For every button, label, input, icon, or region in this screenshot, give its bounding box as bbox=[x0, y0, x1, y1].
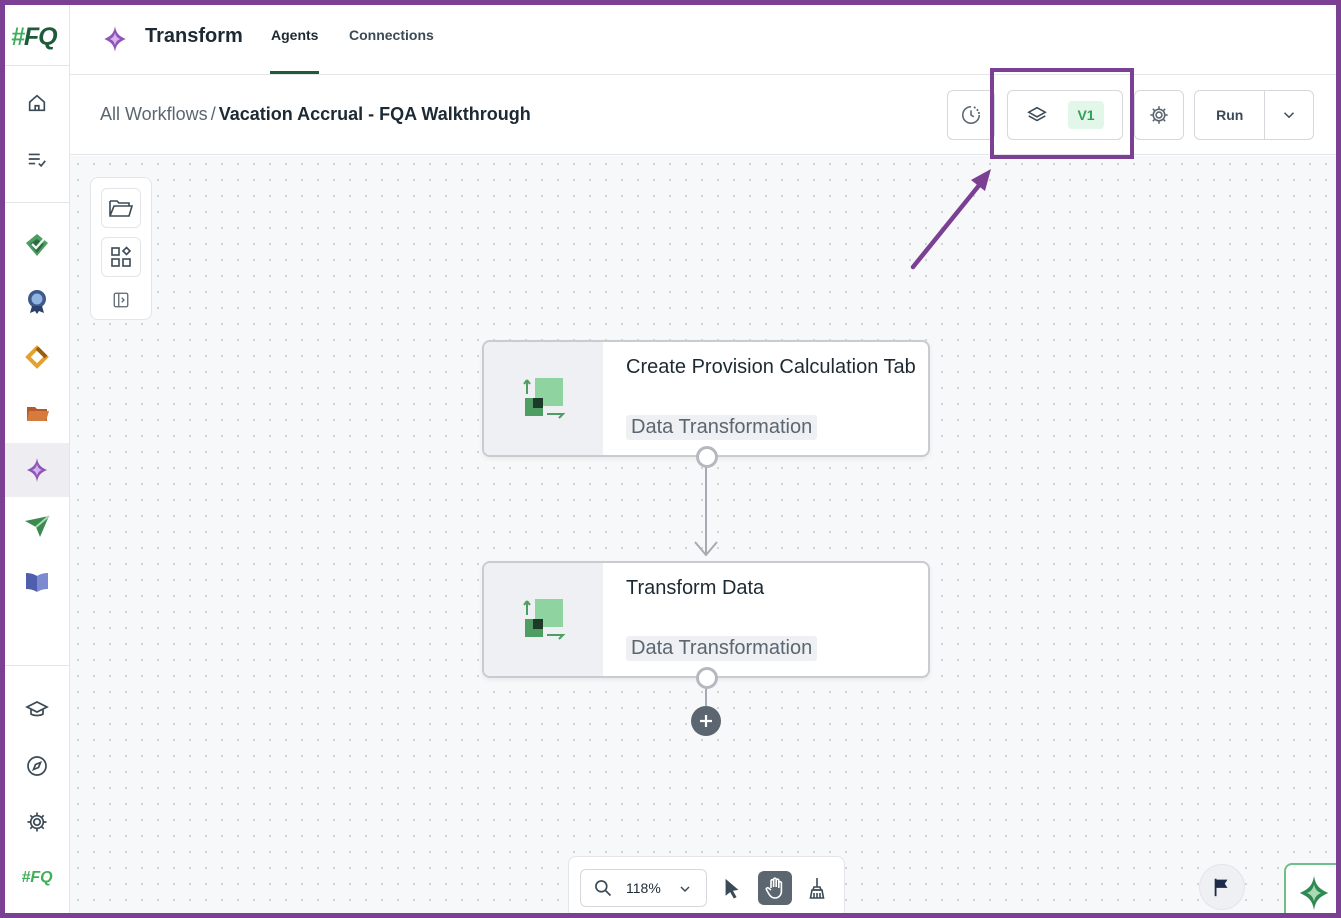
open-library-button[interactable] bbox=[101, 188, 141, 228]
ai-assistant-button[interactable] bbox=[1284, 863, 1341, 918]
rail-transform-button[interactable] bbox=[5, 443, 69, 497]
search-icon bbox=[595, 880, 612, 897]
folder-icon bbox=[27, 407, 49, 421]
broom-icon bbox=[809, 878, 825, 899]
tab-connections[interactable]: Connections bbox=[349, 27, 434, 43]
workflow-settings-button[interactable] bbox=[1134, 90, 1184, 140]
book-icon bbox=[26, 573, 48, 592]
gear-icon bbox=[27, 812, 47, 832]
node-type-tag: Data Transformation bbox=[626, 636, 818, 661]
node-type-tag: Data Transformation bbox=[626, 415, 818, 440]
rail-divider bbox=[5, 665, 69, 666]
rail-academy-button[interactable] bbox=[5, 683, 69, 737]
breadcrumb-separator: / bbox=[210, 104, 216, 124]
zoom-level: 118% bbox=[626, 880, 661, 896]
rail-divider bbox=[5, 65, 69, 66]
pointer-icon bbox=[725, 878, 739, 899]
folder-open-icon bbox=[109, 200, 134, 217]
active-tab-indicator bbox=[270, 71, 319, 74]
home-icon bbox=[28, 94, 46, 112]
node-title: Create Provision Calculation Tab bbox=[626, 356, 916, 378]
workflow-node[interactable]: Create Provision Calculation Tab Data Tr… bbox=[482, 340, 930, 468]
tab-agents[interactable]: Agents bbox=[271, 27, 318, 43]
rail-divider bbox=[5, 202, 69, 203]
hand-icon bbox=[765, 877, 783, 899]
link-icon bbox=[25, 345, 49, 369]
sparkle-icon bbox=[1299, 875, 1329, 911]
node-output-port[interactable] bbox=[696, 446, 718, 468]
gear-icon bbox=[1150, 106, 1168, 124]
send-icon bbox=[25, 515, 50, 537]
certificate-icon bbox=[28, 290, 46, 314]
top-bar: Transform Agents Connections bbox=[70, 5, 1336, 75]
checklist-icon bbox=[26, 234, 48, 256]
history-button[interactable] bbox=[947, 90, 995, 140]
zoom-select[interactable]: 118% bbox=[580, 869, 707, 907]
pan-tool-button[interactable] bbox=[758, 871, 792, 905]
panel-toggle-icon bbox=[113, 292, 129, 308]
run-split-button: Run bbox=[1194, 90, 1314, 140]
brand-logo[interactable]: #FQ bbox=[11, 23, 58, 52]
data-transformation-icon bbox=[484, 342, 603, 455]
breadcrumb: All Workflows / Vacation Accrual - FQA Wal… bbox=[100, 104, 531, 125]
chevron-down-icon bbox=[680, 886, 690, 893]
fq-icon: #FQ bbox=[21, 869, 53, 886]
canvas-tool-panel bbox=[90, 177, 152, 320]
version-highlight-box bbox=[990, 68, 1134, 159]
add-node-button[interactable] bbox=[101, 237, 141, 277]
academy-icon bbox=[25, 701, 49, 717]
workflow-canvas[interactable]: Create Provision Calculation Tab Data Tr… bbox=[70, 156, 1341, 918]
chevron-down-icon bbox=[1284, 112, 1295, 119]
toggle-panel-button[interactable] bbox=[101, 280, 141, 320]
flag-button[interactable] bbox=[1199, 864, 1245, 910]
rail-integrations-button[interactable] bbox=[5, 330, 69, 384]
rail-documents-button[interactable] bbox=[5, 386, 69, 440]
rail-home-button[interactable] bbox=[5, 76, 69, 130]
add-step-button[interactable] bbox=[691, 706, 721, 736]
plus-icon bbox=[700, 715, 712, 727]
node-title: Transform Data bbox=[626, 577, 765, 599]
data-transformation-icon bbox=[484, 563, 603, 676]
rail-settings-button[interactable] bbox=[5, 795, 69, 849]
select-tool-button[interactable] bbox=[715, 871, 749, 905]
rail-explore-button[interactable] bbox=[5, 739, 69, 793]
rail-audit-button[interactable] bbox=[5, 274, 69, 328]
rail-fq-button[interactable]: #FQ bbox=[5, 851, 69, 905]
workflow-node[interactable]: Transform Data Data Transformation bbox=[482, 561, 930, 689]
compass-icon bbox=[27, 756, 47, 776]
app-title: Transform bbox=[145, 25, 243, 47]
rail-close-button[interactable] bbox=[5, 218, 69, 272]
history-icon bbox=[962, 105, 981, 124]
flag-icon bbox=[1214, 878, 1228, 897]
node-output-port[interactable] bbox=[696, 667, 718, 689]
canvas-bottom-toolbar: 118% bbox=[568, 856, 845, 918]
task-list-icon bbox=[28, 153, 46, 168]
node-connector bbox=[694, 466, 718, 557]
left-rail: #FQ #FQ bbox=[5, 5, 70, 913]
annotation-arrow bbox=[910, 169, 991, 270]
breadcrumb-all-workflows-link[interactable]: All Workflows bbox=[100, 104, 208, 124]
run-options-button[interactable] bbox=[1265, 106, 1313, 124]
transform-app-icon bbox=[100, 24, 130, 59]
rail-library-button[interactable] bbox=[5, 555, 69, 609]
clear-tool-button[interactable] bbox=[800, 871, 834, 905]
rail-tasks-button[interactable] bbox=[5, 132, 69, 186]
rail-send-button[interactable] bbox=[5, 499, 69, 553]
sparkle-icon bbox=[27, 458, 47, 482]
run-button[interactable]: Run bbox=[1195, 107, 1264, 123]
shapes-icon bbox=[111, 246, 132, 267]
breadcrumb-current-workflow: Vacation Accrual - FQA Walkthrough bbox=[218, 104, 531, 124]
workflow-header: All Workflows / Vacation Accrual - FQA Wal… bbox=[70, 75, 1336, 155]
